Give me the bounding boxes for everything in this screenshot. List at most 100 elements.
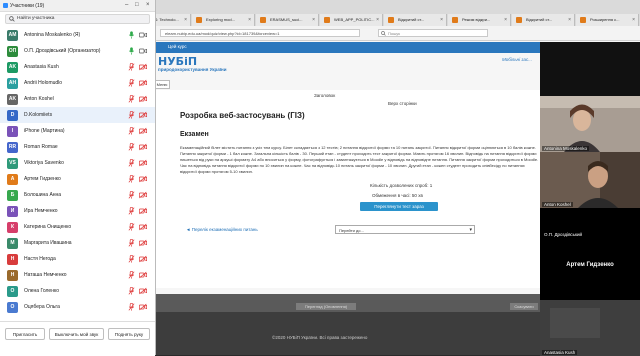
camera-off-icon[interactable] [139, 159, 147, 167]
mic-muted-icon[interactable] [128, 239, 135, 247]
participant-row[interactable]: D D.Kolomiiets [0, 107, 155, 123]
nav-drawer-button[interactable]: Меню [154, 80, 170, 89]
mic-icon[interactable] [128, 47, 135, 55]
participant-row[interactable]: AM Antonina Moskalenko (Я) [0, 27, 155, 43]
camera-off-icon[interactable] [139, 287, 147, 295]
camera-off-icon[interactable] [139, 191, 147, 199]
camera-off-icon[interactable] [139, 63, 147, 71]
minimize-icon[interactable]: – [125, 2, 128, 8]
avatar: I [7, 125, 18, 137]
tab-close-icon[interactable]: × [184, 14, 187, 26]
close-icon[interactable]: × [146, 2, 150, 8]
participant-row[interactable]: Н Наташа Немченко [0, 267, 155, 283]
participant-search-input[interactable]: Найти участника [5, 14, 150, 24]
participant-row[interactable]: VS Viktoriya Savenko [0, 155, 155, 171]
jump-to-value: Перейти до... [339, 228, 364, 233]
video-tile[interactable]: Anastasia Kush [540, 300, 640, 356]
participant-row[interactable]: М Маргарита Ивашина [0, 235, 155, 251]
video-tile[interactable]: Anton Koshel [540, 152, 640, 208]
video-tile[interactable]: О.П. Дроздівський [540, 208, 640, 238]
mic-muted-icon[interactable] [128, 303, 135, 311]
camera-off-icon[interactable] [139, 95, 147, 103]
tab-close-icon[interactable]: × [440, 14, 443, 26]
tab-close-icon[interactable]: × [312, 14, 315, 26]
participant-name: Ира Немченко [24, 208, 58, 214]
previous-activity-link[interactable]: ◄ Перелік екзаменаційних питань [186, 227, 258, 232]
video-tile[interactable]: Артем Гидзенко [540, 238, 640, 300]
camera-off-icon[interactable] [139, 223, 147, 231]
mic-muted-icon[interactable] [128, 159, 135, 167]
mic-muted-icon[interactable] [128, 79, 135, 87]
mic-icon[interactable] [128, 31, 135, 39]
camera-icon[interactable] [139, 47, 147, 55]
tab-close-icon[interactable]: × [248, 14, 251, 26]
participant-video [540, 300, 640, 356]
participant-video [540, 152, 640, 208]
mobile-apps-link[interactable]: Мобільні зас... [502, 57, 532, 62]
participant-row[interactable]: AH Andrii Holomudlo [0, 75, 155, 91]
camera-off-icon[interactable] [139, 271, 147, 279]
camera-off-icon[interactable] [139, 111, 147, 119]
browser-tab[interactable]: WEB_APP_POLITIC... × [320, 14, 383, 26]
address-bar[interactable]: elearn.nubip.edu.ua/mod/quiz/view.php?id… [160, 29, 360, 37]
tab-close-icon[interactable]: × [632, 14, 635, 26]
participant-row[interactable]: О Олена Голенко [0, 283, 155, 299]
mute-me-button[interactable]: Выключить мой звук [49, 328, 104, 340]
participant-row[interactable]: И Ира Немченко [0, 203, 155, 219]
mic-muted-icon[interactable] [128, 207, 135, 215]
raise-hand-button[interactable]: Поднять руку [108, 328, 150, 340]
mic-muted-icon[interactable] [128, 223, 135, 231]
participant-row[interactable]: ОП О.П. Дроздівський (Организатор) [0, 43, 155, 59]
preview-quiz-button[interactable]: Переглянути тест зараз [360, 202, 438, 211]
mic-muted-icon[interactable] [128, 271, 135, 279]
participant-row[interactable]: Н Настя Негода [0, 251, 155, 267]
tab-close-icon[interactable]: × [376, 14, 379, 26]
camera-off-icon[interactable] [139, 143, 147, 151]
tab-favicon-icon [196, 17, 202, 23]
camera-icon[interactable] [139, 31, 147, 39]
participant-row[interactable]: К Катерина Онищенко [0, 219, 155, 235]
browser-search-placeholder: Пошук [388, 31, 401, 36]
this-course-menu[interactable]: Цей курс [168, 44, 187, 49]
browser-tab[interactable]: Відкритий ст... × [384, 14, 447, 26]
browser-search-input[interactable]: Пошук [378, 29, 488, 37]
camera-off-icon[interactable] [139, 255, 147, 263]
browser-tab[interactable]: Розширення с... × [576, 14, 639, 26]
camera-off-icon[interactable] [139, 127, 147, 135]
mic-muted-icon[interactable] [128, 255, 135, 263]
camera-off-icon[interactable] [139, 79, 147, 87]
mic-muted-icon[interactable] [128, 95, 135, 103]
participant-row[interactable]: RR Roman Romae [0, 139, 155, 155]
browser-tab[interactable]: Відкритий ст... × [512, 14, 575, 26]
mic-muted-icon[interactable] [128, 127, 135, 135]
participant-row[interactable]: AK Anastasia Kush [0, 59, 155, 75]
search-icon [9, 16, 15, 22]
camera-off-icon[interactable] [139, 207, 147, 215]
mic-muted-icon[interactable] [128, 287, 135, 295]
jump-to-select[interactable]: Перейти до... ▾ [335, 225, 475, 234]
mic-muted-icon[interactable] [128, 111, 135, 119]
browser-tab[interactable]: Exploring mod... × [192, 14, 255, 26]
footer-button-cancel[interactable]: Скасувати [510, 303, 538, 310]
browser-tab[interactable]: ERASMUS_suci... × [256, 14, 319, 26]
participant-row[interactable]: О Оцябера Ольга [0, 299, 155, 315]
tab-close-icon[interactable]: × [504, 14, 507, 26]
mic-muted-icon[interactable] [128, 191, 135, 199]
participant-row[interactable]: А Артем Гидзенко [0, 171, 155, 187]
participant-row[interactable]: AK Anton Koshel [0, 91, 155, 107]
camera-off-icon[interactable] [139, 175, 147, 183]
participant-row[interactable]: IiPhone (Мартина) [0, 123, 155, 139]
participant-row[interactable]: Б Болошина Анна [0, 187, 155, 203]
maximize-icon[interactable]: □ [135, 2, 139, 8]
video-tile[interactable]: Antonina Moskalenko [540, 96, 640, 152]
mic-muted-icon[interactable] [128, 143, 135, 151]
mic-muted-icon[interactable] [128, 175, 135, 183]
attempts-allowed: Кількість дозволених спроб: 1 [370, 183, 433, 188]
camera-off-icon[interactable] [139, 303, 147, 311]
browser-tab[interactable]: Режим відкри... × [448, 14, 511, 26]
camera-off-icon[interactable] [139, 239, 147, 247]
footer-button-refresh[interactable]: Перегляд (Оновлення) [296, 303, 356, 310]
tab-close-icon[interactable]: × [568, 14, 571, 26]
mic-muted-icon[interactable] [128, 63, 135, 71]
invite-button[interactable]: Пригласить [5, 328, 45, 340]
